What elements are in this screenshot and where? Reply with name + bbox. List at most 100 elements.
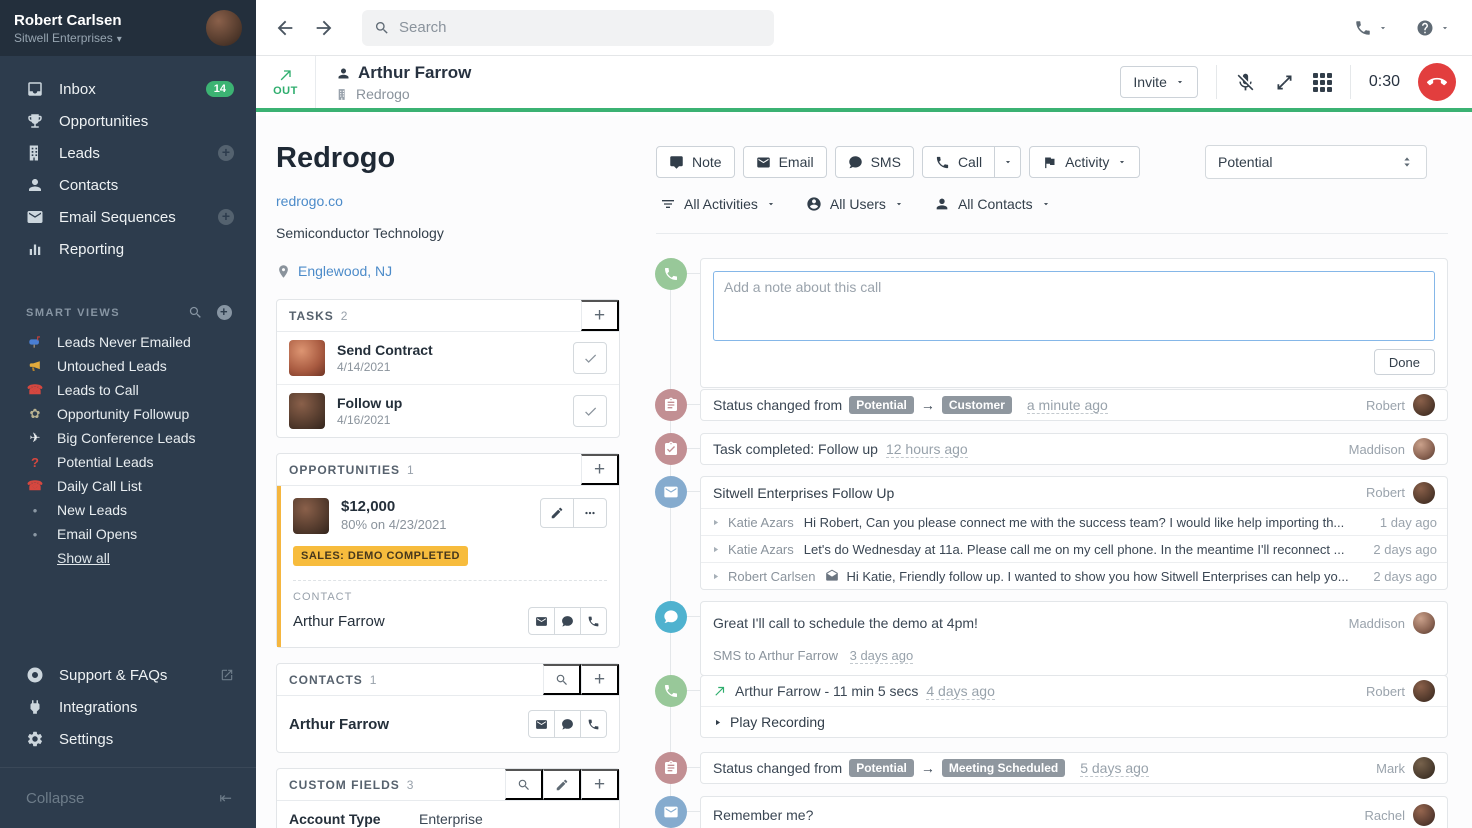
opportunities-card: OPPORTUNITIES1 + $12,000 80% on 4/23/202… — [276, 453, 620, 648]
lead-status-select[interactable]: Potential — [1205, 145, 1427, 179]
sidebar-item-reporting[interactable]: Reporting — [0, 233, 256, 265]
sidebar-item-leads[interactable]: Leads + — [0, 137, 256, 169]
keypad-button[interactable] — [1313, 73, 1332, 92]
add-contact-button[interactable]: + — [581, 664, 619, 695]
help-menu-button[interactable] — [1416, 19, 1450, 37]
sidebar-item-inbox[interactable]: Inbox 14 — [0, 73, 256, 105]
sidebar-item-opportunities[interactable]: Opportunities — [0, 105, 256, 137]
add-field-button[interactable]: + — [581, 769, 619, 800]
call-note-input[interactable] — [713, 271, 1435, 341]
smart-view-leads-to-call[interactable]: ☎ Leads to Call — [0, 378, 256, 402]
add-task-button[interactable]: + — [581, 300, 619, 331]
more-options-button[interactable] — [573, 498, 607, 528]
add-smart-view-button[interactable]: + — [217, 305, 232, 320]
smart-view-leads-never-emailed[interactable]: Leads Never Emailed — [0, 330, 256, 354]
complete-task-button[interactable] — [573, 342, 607, 374]
timestamp[interactable]: 12 hours ago — [886, 441, 968, 458]
search-input[interactable] — [399, 19, 762, 36]
sidebar-item-support[interactable]: Support & FAQs — [0, 659, 256, 691]
timestamp[interactable]: 5 days ago — [1080, 760, 1149, 777]
avatar[interactable] — [206, 10, 242, 46]
done-button[interactable]: Done — [1374, 349, 1435, 375]
edit-opportunity-button[interactable] — [540, 498, 574, 528]
sms-contact-button[interactable] — [554, 607, 581, 635]
sms-entry[interactable]: Great I'll call to schedule the demo at … — [655, 601, 1448, 676]
play-recording-button[interactable]: Play Recording — [701, 707, 1447, 737]
filter-all-activities[interactable]: All Activities — [660, 196, 776, 212]
email-message-row[interactable]: Robert Carlsen Hi Katie, Friendly follow… — [701, 562, 1447, 589]
smart-view-daily-call-list[interactable]: ☎ Daily Call List — [0, 474, 256, 498]
status-badge: Meeting Scheduled — [942, 759, 1065, 777]
call-contact-button[interactable] — [580, 607, 607, 635]
filter-all-contacts[interactable]: All Contacts — [934, 196, 1051, 212]
smart-view-email-opens[interactable]: • Email Opens — [0, 522, 256, 546]
sidebar: Robert Carlsen Sitwell Enterprises▾ Inbo… — [0, 0, 256, 828]
transfer-call-button[interactable] — [1274, 72, 1295, 93]
sidebar-item-contacts[interactable]: Contacts — [0, 169, 256, 201]
task-row[interactable]: Follow up 4/16/2021 — [277, 384, 619, 437]
call-options-button[interactable] — [994, 146, 1021, 178]
lead-website-link[interactable]: redrogo.co — [276, 193, 620, 209]
sidebar-item-integrations[interactable]: Integrations — [0, 691, 256, 723]
lead-industry: Semiconductor Technology — [276, 225, 620, 241]
task-row[interactable]: Send Contract 4/14/2021 — [277, 332, 619, 384]
mute-microphone-button[interactable] — [1235, 72, 1256, 93]
smart-view-big-conference-leads[interactable]: ✈ Big Conference Leads — [0, 426, 256, 450]
call-contact-button[interactable] — [580, 710, 607, 738]
task-completed-entry[interactable]: Task completed: Follow up 12 hours ago M… — [655, 433, 1448, 465]
call-company-name[interactable]: Redrogo — [356, 86, 410, 102]
timestamp[interactable]: a minute ago — [1027, 397, 1108, 414]
show-all-link[interactable]: Show all — [57, 550, 256, 566]
status-change-entry[interactable]: Status changed from Potential → Meeting … — [655, 752, 1448, 784]
add-opportunity-button[interactable]: + — [581, 454, 619, 485]
search-contacts-button[interactable] — [543, 664, 581, 695]
timeline-connector — [687, 404, 700, 405]
timestamp[interactable]: 3 days ago — [850, 648, 914, 664]
sidebar-item-settings[interactable]: Settings — [0, 723, 256, 755]
email-contact-button[interactable] — [528, 710, 555, 738]
email-button[interactable]: Email — [743, 146, 827, 178]
opportunity-contact-name[interactable]: Arthur Farrow — [293, 613, 385, 630]
account-switcher[interactable]: Robert Carlsen Sitwell Enterprises▾ — [0, 0, 256, 56]
opportunity-confidence: 80% on 4/23/2021 — [341, 517, 447, 532]
call-log-entry[interactable]: Arthur Farrow - 11 min 5 secs 4 days ago… — [655, 675, 1448, 738]
smart-view-untouched-leads[interactable]: Untouched Leads — [0, 354, 256, 378]
sms-contact-button[interactable] — [554, 710, 581, 738]
invite-button[interactable]: Invite — [1120, 66, 1197, 98]
lead-location-link[interactable]: Englewood, NJ — [276, 263, 620, 279]
edit-fields-button[interactable] — [543, 769, 581, 800]
play-icon — [713, 718, 722, 727]
email-subject-row[interactable]: Sitwell Enterprises Follow Up Robert — [701, 477, 1447, 508]
email-message-row[interactable]: Katie Azars Let's do Wednesday at 11a. P… — [701, 535, 1447, 562]
add-sequence-button[interactable]: + — [218, 209, 234, 225]
email-contact-button[interactable] — [528, 607, 555, 635]
call-button[interactable]: Call — [922, 146, 995, 178]
smart-view-new-leads[interactable]: • New Leads — [0, 498, 256, 522]
smart-view-opportunity-followup[interactable]: ✿ Opportunity Followup — [0, 402, 256, 426]
search-icon[interactable] — [188, 305, 203, 320]
call-contact-name[interactable]: Arthur Farrow — [358, 63, 471, 83]
forward-button[interactable] — [313, 17, 335, 39]
filter-all-users[interactable]: All Users — [806, 196, 904, 212]
check-icon — [583, 404, 598, 419]
hang-up-button[interactable] — [1418, 63, 1456, 101]
phone-menu-button[interactable] — [1354, 19, 1388, 37]
activity-button[interactable]: Activity — [1029, 146, 1140, 178]
pencil-icon — [550, 506, 564, 520]
timestamp[interactable]: 4 days ago — [926, 683, 995, 700]
complete-task-button[interactable] — [573, 395, 607, 427]
sidebar-item-email-sequences[interactable]: Email Sequences + — [0, 201, 256, 233]
smart-view-potential-leads[interactable]: ? Potential Leads — [0, 450, 256, 474]
custom-field-row[interactable]: Account Type Enterprise — [277, 801, 619, 828]
back-button[interactable] — [274, 17, 296, 39]
note-button[interactable]: Note — [656, 146, 735, 178]
status-change-entry[interactable]: Status changed from Potential → Customer… — [655, 389, 1448, 421]
search-fields-button[interactable] — [505, 769, 543, 800]
collapse-sidebar-button[interactable]: Collapse ⇤ — [0, 782, 256, 814]
add-lead-button[interactable]: + — [218, 145, 234, 161]
email-message-row[interactable]: Katie Azars Hi Robert, Can you please co… — [701, 508, 1447, 535]
contact-row[interactable]: Arthur Farrow — [277, 696, 619, 752]
search-box[interactable] — [362, 10, 774, 46]
email-entry[interactable]: Remember me? Rachel — [655, 796, 1448, 828]
sms-button[interactable]: SMS — [835, 146, 914, 178]
